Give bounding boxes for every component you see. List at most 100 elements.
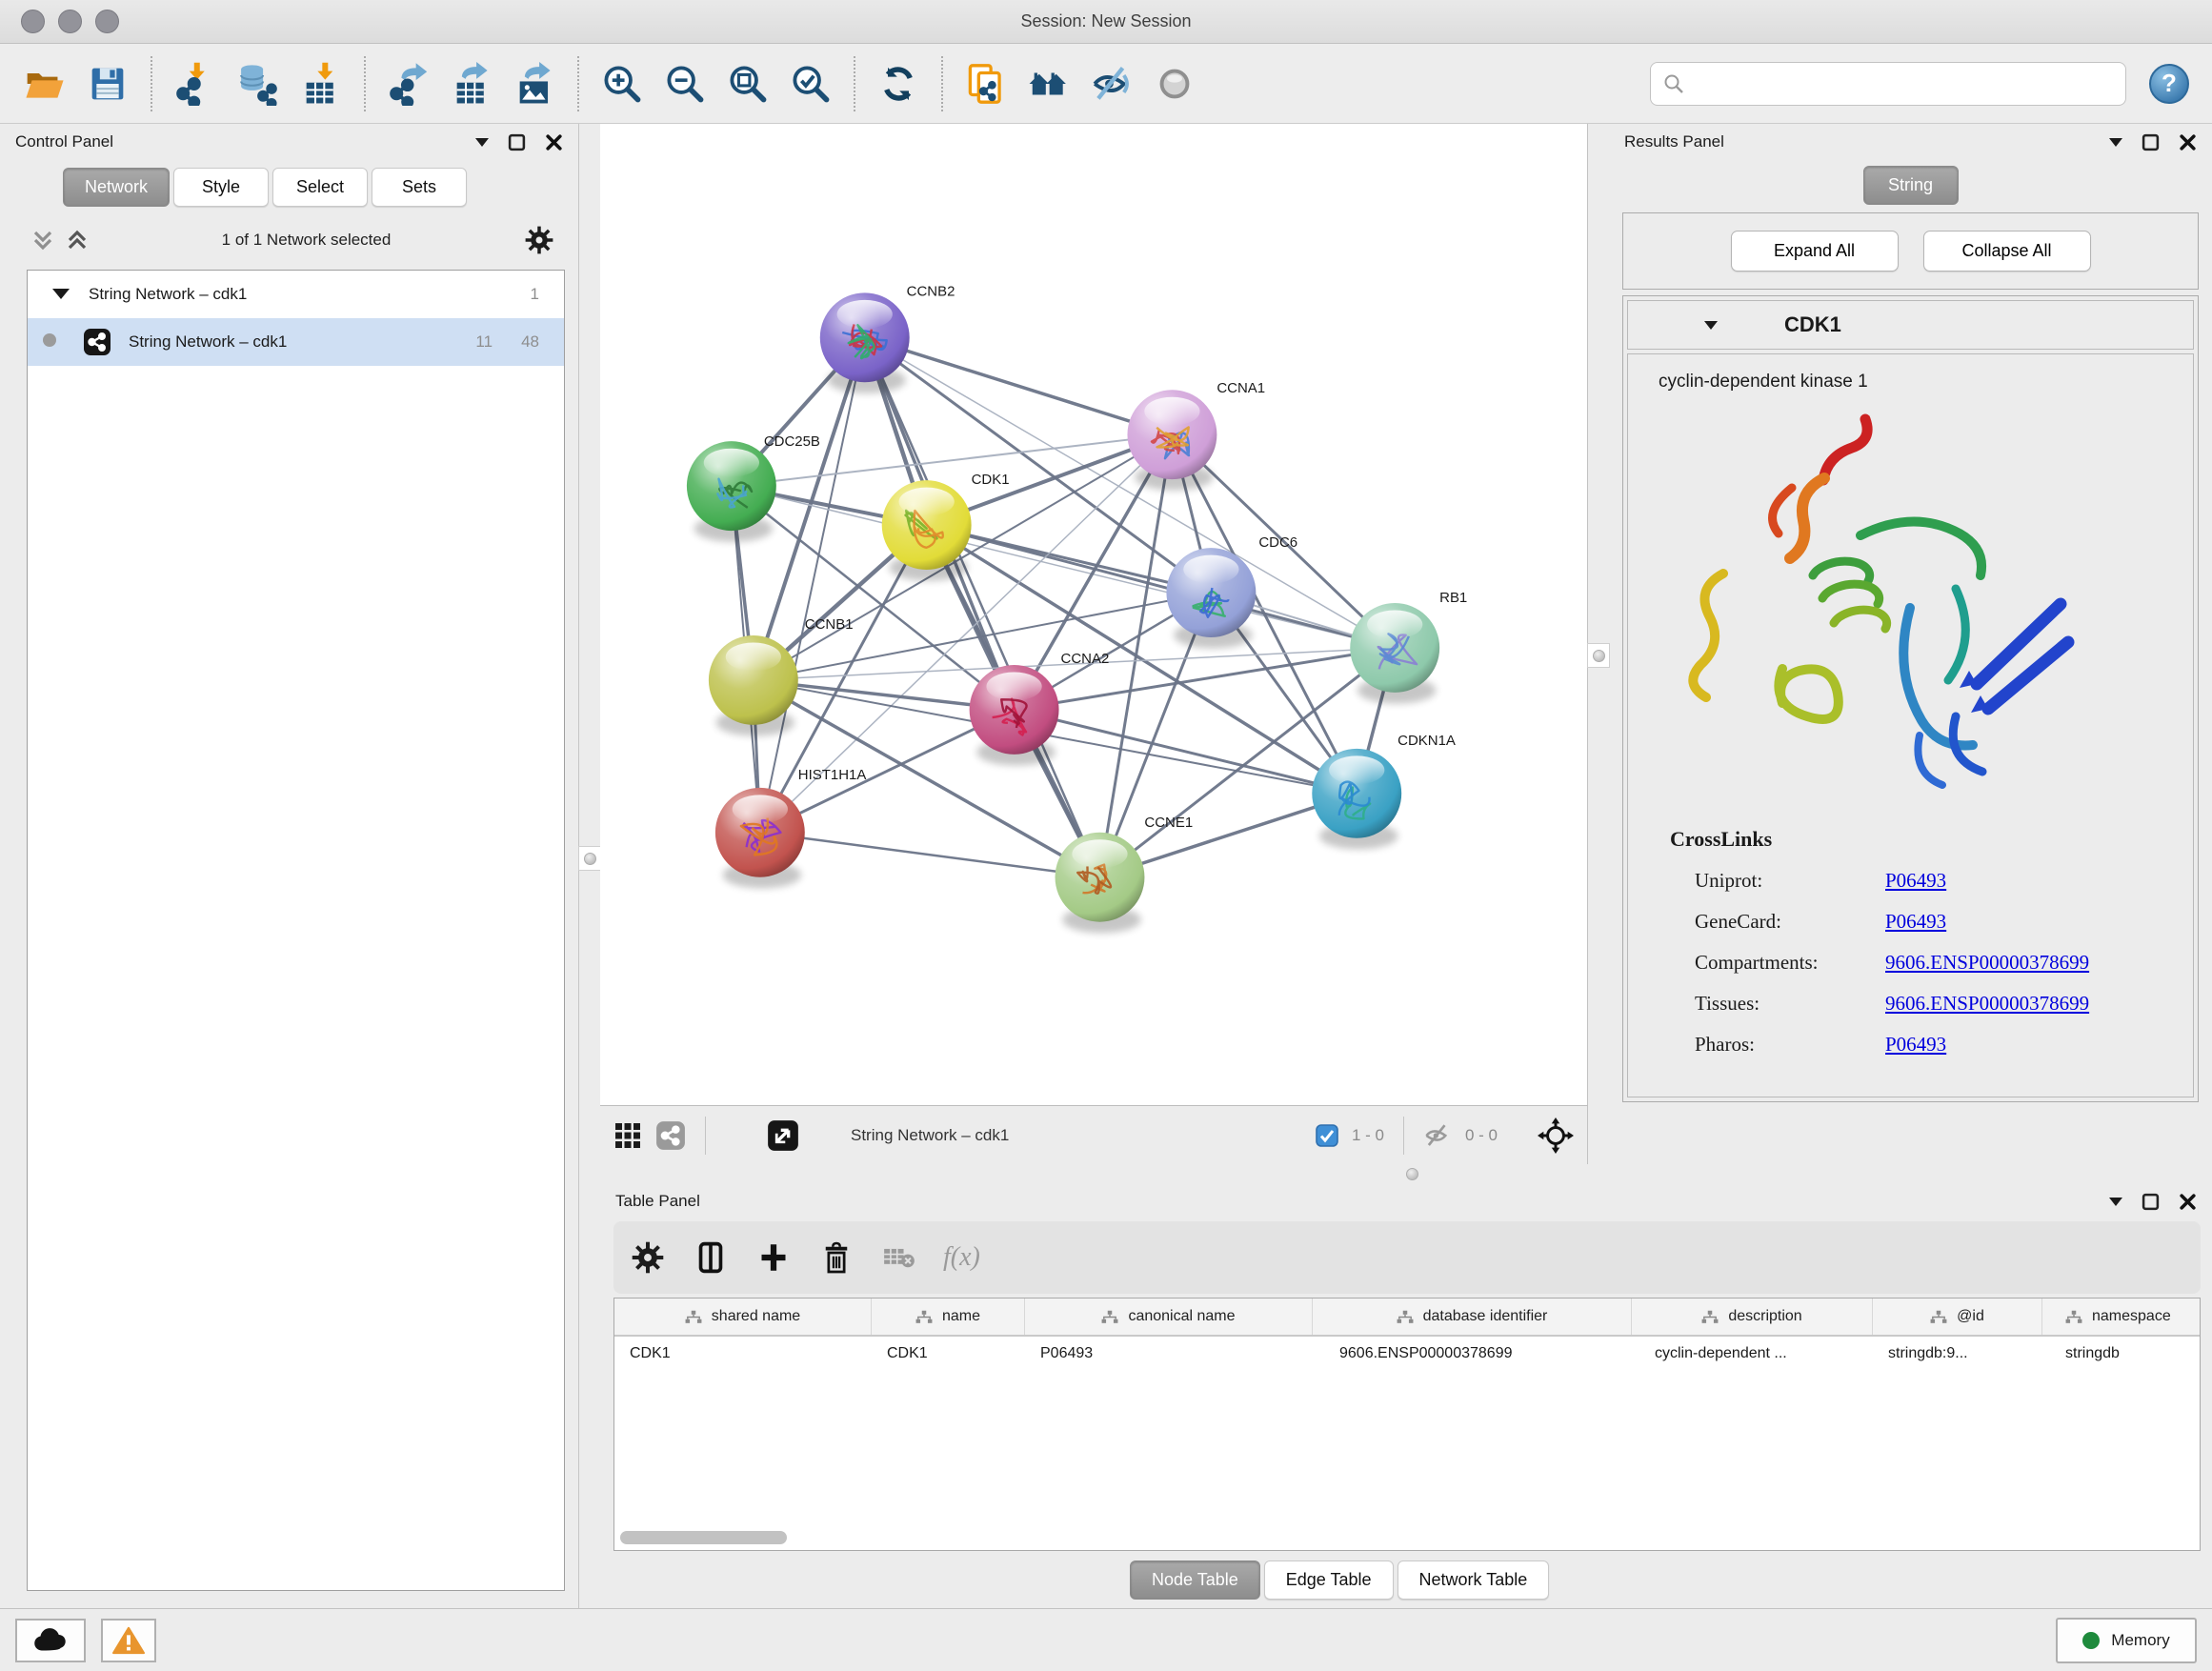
panel-menu-icon[interactable] — [475, 138, 489, 147]
tab-select[interactable]: Select — [272, 168, 368, 207]
crosslink-link[interactable]: P06493 — [1885, 910, 1946, 934]
tab-edge-table[interactable]: Edge Table — [1264, 1560, 1394, 1600]
search-input[interactable] — [1693, 75, 2114, 92]
collection-expand-caret[interactable] — [52, 289, 70, 299]
float-panel-icon[interactable] — [508, 133, 526, 151]
column-header[interactable]: database identifier — [1313, 1299, 1632, 1335]
import-table-button[interactable] — [290, 52, 352, 115]
cell-database-identifier[interactable]: 9606.ENSP00000378699 — [1313, 1345, 1632, 1362]
selected-checkbox-icon[interactable] — [1316, 1124, 1338, 1147]
hide-selection-button[interactable] — [1080, 52, 1143, 115]
network-label: String Network – cdk1 — [129, 332, 475, 352]
gear-icon[interactable] — [525, 226, 553, 254]
detach-view-icon[interactable] — [767, 1119, 799, 1152]
crosslink-link[interactable]: P06493 — [1885, 869, 1946, 893]
close-panel-icon[interactable] — [545, 133, 563, 151]
node-label-HIST1H1A: HIST1H1A — [798, 767, 867, 783]
network-graph[interactable]: CCNB2CCNA1CDC25BCDK1CDC6RB1CCNB1CCNA2CDK… — [600, 124, 1587, 1105]
cell-shared-name[interactable]: CDK1 — [614, 1345, 872, 1362]
cell-canonical-name[interactable]: P06493 — [1025, 1345, 1313, 1362]
control-panel-tabs: Network Style Select Sets — [0, 160, 578, 212]
tab-node-table[interactable]: Node Table — [1130, 1560, 1260, 1600]
cloud-status-button[interactable] — [15, 1619, 86, 1662]
node-table: shared name name canonical name dat — [613, 1298, 2201, 1551]
zoom-selected-button[interactable] — [779, 52, 842, 115]
search-box[interactable] — [1650, 62, 2126, 106]
entry-expand-caret[interactable] — [1704, 321, 1718, 330]
zoom-fit-button[interactable] — [716, 52, 779, 115]
results-panel-splitter[interactable] — [1588, 124, 1609, 1164]
tab-sets[interactable]: Sets — [372, 168, 467, 207]
export-image-button[interactable] — [503, 52, 566, 115]
collapse-all-icon[interactable] — [32, 229, 53, 252]
import-network-database-button[interactable] — [227, 52, 290, 115]
horizontal-scrollbar[interactable] — [620, 1531, 2201, 1544]
column-header[interactable]: name — [872, 1299, 1025, 1335]
refresh-button[interactable] — [867, 52, 930, 115]
splitter-handle[interactable] — [584, 853, 596, 865]
warning-status-button[interactable] — [101, 1619, 156, 1662]
refresh-icon — [877, 63, 919, 105]
splitter-handle[interactable] — [1593, 650, 1605, 662]
float-panel-icon[interactable] — [2142, 133, 2160, 151]
cell-name[interactable]: CDK1 — [872, 1345, 1025, 1362]
add-column-button[interactable] — [754, 1238, 793, 1277]
cell-description[interactable]: cyclin-dependent ... — [1632, 1345, 1873, 1362]
network-canvas[interactable]: CCNB2CCNA1CDC25BCDK1CDC6RB1CCNB1CCNA2CDK… — [600, 124, 1588, 1105]
table-settings-button[interactable] — [629, 1238, 667, 1277]
network-collection-row[interactable]: String Network – cdk1 1 — [28, 271, 564, 318]
import-network-file-button[interactable] — [164, 52, 227, 115]
close-panel-icon[interactable] — [2179, 133, 2197, 151]
open-session-button[interactable] — [13, 52, 76, 115]
scrollbar-thumb[interactable] — [620, 1531, 787, 1544]
expand-all-icon[interactable] — [67, 229, 88, 252]
table-panel-splitter[interactable] — [600, 1164, 2212, 1183]
splitter-handle[interactable] — [1406, 1168, 1418, 1180]
memory-button[interactable]: Memory — [2056, 1618, 2197, 1663]
panel-menu-icon[interactable] — [2109, 138, 2122, 147]
network-edge-count: 48 — [521, 332, 539, 352]
close-panel-icon[interactable] — [2179, 1193, 2197, 1211]
show-graphics-details-button[interactable] — [1143, 52, 1206, 115]
delete-column-button[interactable] — [817, 1238, 855, 1277]
network-row[interactable]: String Network – cdk1 11 48 — [28, 318, 564, 366]
save-session-button[interactable] — [76, 52, 139, 115]
tab-network[interactable]: Network — [63, 168, 170, 207]
grid-view-icon[interactable] — [613, 1121, 642, 1150]
tab-network-table[interactable]: Network Table — [1398, 1560, 1550, 1600]
show-columns-button[interactable] — [692, 1238, 730, 1277]
selected-count: 1 - 0 — [1352, 1126, 1384, 1145]
column-header[interactable]: canonical name — [1025, 1299, 1313, 1335]
cell-namespace[interactable]: stringdb — [2042, 1345, 2200, 1362]
column-header[interactable]: shared name — [614, 1299, 872, 1335]
network-view-mode-icon[interactable] — [655, 1120, 686, 1151]
panel-menu-icon[interactable] — [2109, 1198, 2122, 1206]
left-panel-splitter[interactable] — [579, 124, 600, 1608]
export-network-button[interactable] — [377, 52, 440, 115]
crosslink-link[interactable]: P06493 — [1885, 1033, 1946, 1057]
float-panel-icon[interactable] — [2142, 1193, 2160, 1211]
first-neighbors-button[interactable] — [1017, 52, 1080, 115]
export-table-button[interactable] — [440, 52, 503, 115]
entry-header[interactable]: CDK1 — [1627, 300, 2194, 350]
shared-column-icon — [915, 1310, 933, 1324]
collapse-all-button[interactable]: Collapse All — [1923, 231, 2091, 272]
birdseye-crosshair-icon[interactable] — [1538, 1117, 1574, 1154]
column-header-label: database identifier — [1423, 1308, 1548, 1325]
crosslink-link[interactable]: 9606.ENSP00000378699 — [1885, 951, 2089, 975]
tab-style[interactable]: Style — [173, 168, 269, 207]
hidden-count: 0 - 0 — [1465, 1126, 1498, 1145]
table-row[interactable]: CDK1 CDK1 P06493 9606.ENSP00000378699 cy… — [614, 1337, 2200, 1371]
zoom-out-button[interactable] — [654, 52, 716, 115]
zoom-in-button[interactable] — [591, 52, 654, 115]
column-header[interactable]: @id — [1873, 1299, 2042, 1335]
cell-id[interactable]: stringdb:9... — [1873, 1345, 2042, 1362]
columns-icon — [695, 1241, 726, 1274]
column-header[interactable]: description — [1632, 1299, 1873, 1335]
help-button[interactable]: ? — [2149, 64, 2189, 104]
clone-network-button[interactable] — [955, 52, 1017, 115]
crosslink-link[interactable]: 9606.ENSP00000378699 — [1885, 992, 2089, 1016]
column-header[interactable]: namespace — [2042, 1299, 2200, 1335]
expand-all-button[interactable]: Expand All — [1731, 231, 1899, 272]
tab-string[interactable]: String — [1863, 166, 1959, 205]
